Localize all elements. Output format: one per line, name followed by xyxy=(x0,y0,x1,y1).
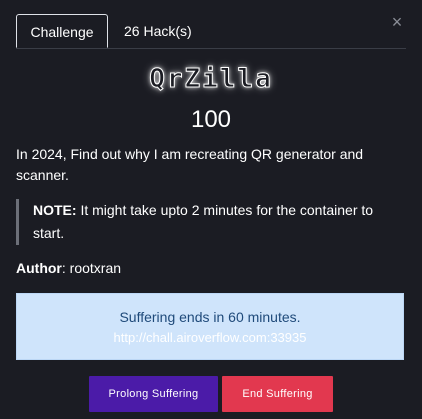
challenge-modal: Challenge 26 Hack(s) × QrZilla 100 In 20… xyxy=(0,0,422,419)
challenge-points: 100 xyxy=(190,106,232,133)
note-blockquote: NOTE: It might take upto 2 minutes for t… xyxy=(16,199,388,245)
tab-bar: Challenge 26 Hack(s) xyxy=(16,14,406,49)
alert-message: Suffering ends in 60 minutes. xyxy=(119,309,301,325)
author-name: : rootxran xyxy=(61,260,122,276)
challenge-description: In 2024, Find out why I am recreating QR… xyxy=(16,146,364,183)
end-suffering-button[interactable]: End Suffering xyxy=(222,376,333,412)
author-line: Author: rootxran xyxy=(16,260,121,276)
challenge-title: QrZilla xyxy=(149,64,273,95)
tab-hacks[interactable]: 26 Hack(s) xyxy=(116,14,200,48)
note-text: It might take upto 2 minutes for the con… xyxy=(33,202,374,241)
instance-alert: Suffering ends in 60 minutes. http://cha… xyxy=(16,293,404,360)
author-label: Author xyxy=(16,260,62,276)
close-icon[interactable]: × xyxy=(390,13,404,31)
prolong-suffering-button[interactable]: Prolong Suffering xyxy=(89,376,218,412)
connection-url[interactable]: http://chall.airoverflow.com:33935 xyxy=(17,330,403,345)
note-label: NOTE: xyxy=(33,202,77,218)
tab-challenge[interactable]: Challenge xyxy=(16,14,108,48)
